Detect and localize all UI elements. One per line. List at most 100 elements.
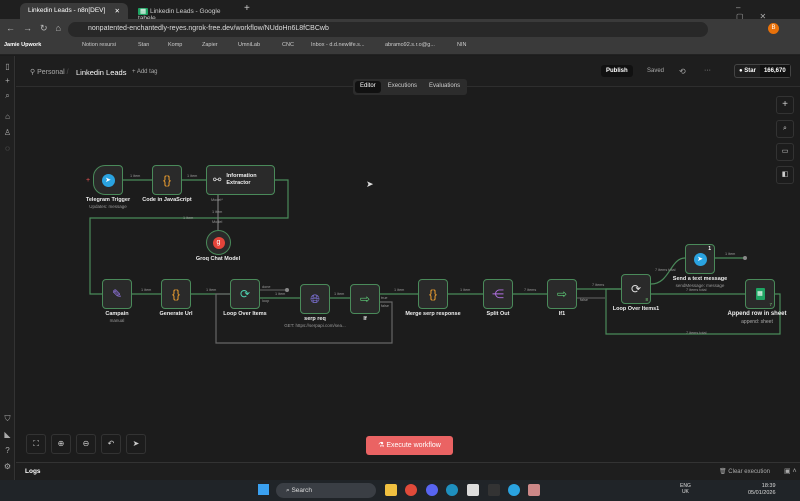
code-icon: {} (171, 287, 180, 301)
item-count: 7 (769, 302, 772, 307)
node-subtitle: append: sheet (741, 319, 773, 325)
edge-label: 1 item (206, 288, 217, 292)
date: 05/01/2026 (748, 490, 776, 496)
execute-workflow-button[interactable]: ⚗ Execute workflow (366, 436, 453, 455)
execute-label: Execute workflow (386, 442, 441, 449)
node-send-text-message[interactable]: ➤ 1 (685, 244, 715, 274)
terminal-icon[interactable] (488, 484, 500, 496)
edge-label: 1 item (460, 288, 471, 292)
node-subtitle: sendMessage: message (675, 283, 725, 288)
edge-label: 1 item (130, 174, 141, 178)
node-loop-over-items[interactable]: ⟳ (230, 279, 260, 309)
edge-label: 1 item (725, 252, 736, 256)
edge-label: false (580, 298, 589, 302)
discord-icon[interactable] (426, 484, 438, 496)
node-subtitle: GET: https://serpapi.com/sea... (284, 323, 346, 328)
zoom-out-button[interactable]: ⊖ (76, 434, 96, 454)
signpost-icon: ⇨ (359, 292, 371, 306)
edge-label: true (381, 296, 388, 300)
extractor-icon: ⚯ (213, 174, 222, 186)
logs-title: Logs (25, 468, 41, 475)
edge-label: Model (212, 220, 223, 224)
node-campain[interactable]: ✎ (102, 279, 132, 309)
edge-label: 1 item (334, 292, 345, 296)
explorer-icon[interactable] (385, 484, 397, 496)
language-indicator[interactable]: ENG UK (680, 483, 691, 495)
zoom-in-button[interactable]: ⊕ (51, 434, 71, 454)
node-loop-over-items1[interactable]: ⟳ 8 (621, 274, 651, 304)
edge-label: done (262, 285, 271, 289)
edge-label: 1 item (141, 288, 152, 292)
code-icon: {} (162, 173, 171, 187)
windows-start-icon[interactable] (258, 484, 269, 495)
node-if1[interactable]: ⇨ (547, 279, 577, 309)
edge-label: Model* (211, 198, 223, 202)
sheets-icon: ▦ (755, 288, 765, 300)
time: 18:39 (761, 483, 776, 489)
item-count: 8 (645, 297, 648, 302)
node-subtitle: manual (109, 318, 125, 323)
edge-icon[interactable] (446, 484, 458, 496)
notion-icon[interactable] (467, 484, 479, 496)
chrome-icon[interactable] (405, 484, 417, 496)
undo-button[interactable]: ↶ (101, 434, 121, 454)
edge-label: 1 item (183, 216, 194, 220)
signpost-icon: ⇨ (556, 287, 568, 301)
select-tool-button[interactable]: ➤ (126, 434, 146, 454)
code-icon: {} (428, 287, 437, 301)
node-label: Information Extractor (226, 173, 257, 186)
node-label: Send a text message (672, 276, 728, 282)
edge-label: 1 item (187, 174, 198, 178)
node-append-row-in-sheet[interactable]: ▦ 7 (745, 279, 775, 309)
end-dot (285, 288, 289, 292)
search-label: Search (291, 487, 313, 494)
clock[interactable]: 18:39 05/01/2026 (748, 483, 776, 497)
node-telegram-trigger[interactable]: ➤ (93, 165, 123, 195)
telegram-app-icon[interactable] (508, 484, 520, 496)
groq-icon: g (212, 236, 225, 249)
taskbar-search[interactable]: ⌕ Search (276, 483, 376, 498)
node-label: Code in JavaScript (142, 197, 192, 203)
app-icon[interactable] (528, 484, 540, 496)
run-count: 1 (708, 246, 711, 252)
clear-label: Clear execution (728, 469, 770, 475)
edge-label: 1 item (275, 292, 286, 296)
node-merge-serp-response[interactable]: {} (418, 279, 448, 309)
loop-icon: ⟳ (630, 282, 642, 296)
end-dot (743, 256, 747, 260)
fit-view-button[interactable]: ⛶ (26, 434, 46, 454)
node-groq-chat-model[interactable]: g (206, 230, 231, 255)
region: UK (681, 489, 689, 495)
edge-label: 1 item (394, 288, 405, 292)
split-icon: ⋲ (492, 287, 504, 301)
connections: + (86, 177, 781, 344)
telegram-icon: ➤ (693, 252, 707, 266)
node-label: Groq Chat Model (195, 256, 241, 262)
edge-label: 7 items (524, 288, 537, 292)
node-generate-url[interactable]: {} (161, 279, 191, 309)
node-code-js[interactable]: {} (152, 165, 182, 195)
telegram-icon: ➤ (101, 173, 115, 187)
clear-execution-button[interactable]: 🗑︎ Clear execution (719, 468, 770, 475)
edge-label: 1 item (212, 210, 223, 214)
node-if[interactable]: ⇨ (350, 284, 380, 314)
windows-taskbar: ⌕ Search ENG UK 18:39 05/01/2026 (0, 480, 800, 501)
logs-toggle-icon[interactable]: ▣ ˄ (784, 467, 797, 475)
node-subtitle: Updates: message (89, 204, 127, 209)
globe-icon: 🌐︎ (310, 291, 320, 306)
node-information-extractor[interactable]: ⚯ Information Extractor (206, 165, 275, 195)
loop-icon: ⟳ (239, 287, 251, 301)
edge-label: 7 items (592, 283, 605, 287)
edge-label: 7 items total (686, 288, 707, 292)
node-split-out[interactable]: ⋲ (483, 279, 513, 309)
edge-label: 7 items total (686, 331, 707, 335)
trigger-marker: + (86, 177, 90, 184)
pencil-icon: ✎ (111, 287, 123, 301)
node-serp-req[interactable]: 🌐︎ (300, 284, 330, 314)
node-label: Append row in sheet (727, 311, 787, 317)
logs-panel[interactable]: Logs 🗑︎ Clear execution ▣ ˄ (16, 462, 800, 480)
edge-label: 7 items total (655, 268, 676, 272)
edge-label: loop (262, 299, 270, 303)
node-label: Loop Over Items1 (612, 306, 660, 312)
edge-label: false (381, 304, 390, 308)
